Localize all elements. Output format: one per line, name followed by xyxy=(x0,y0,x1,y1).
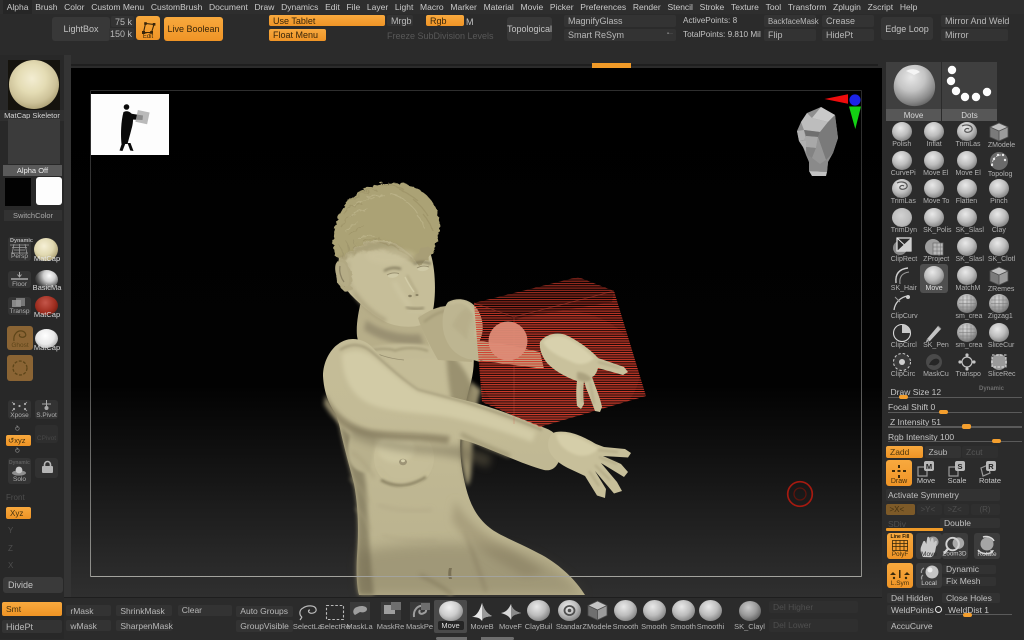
svg-text:M: M xyxy=(926,462,932,471)
svg-text:Local: Local xyxy=(921,580,937,587)
svg-text:Move: Move xyxy=(921,551,937,558)
svg-text:Zoom3D: Zoom3D xyxy=(943,551,967,558)
svg-text:Rotate: Rotate xyxy=(977,551,997,558)
svg-text:S: S xyxy=(957,462,962,471)
svg-text:R: R xyxy=(988,462,994,471)
